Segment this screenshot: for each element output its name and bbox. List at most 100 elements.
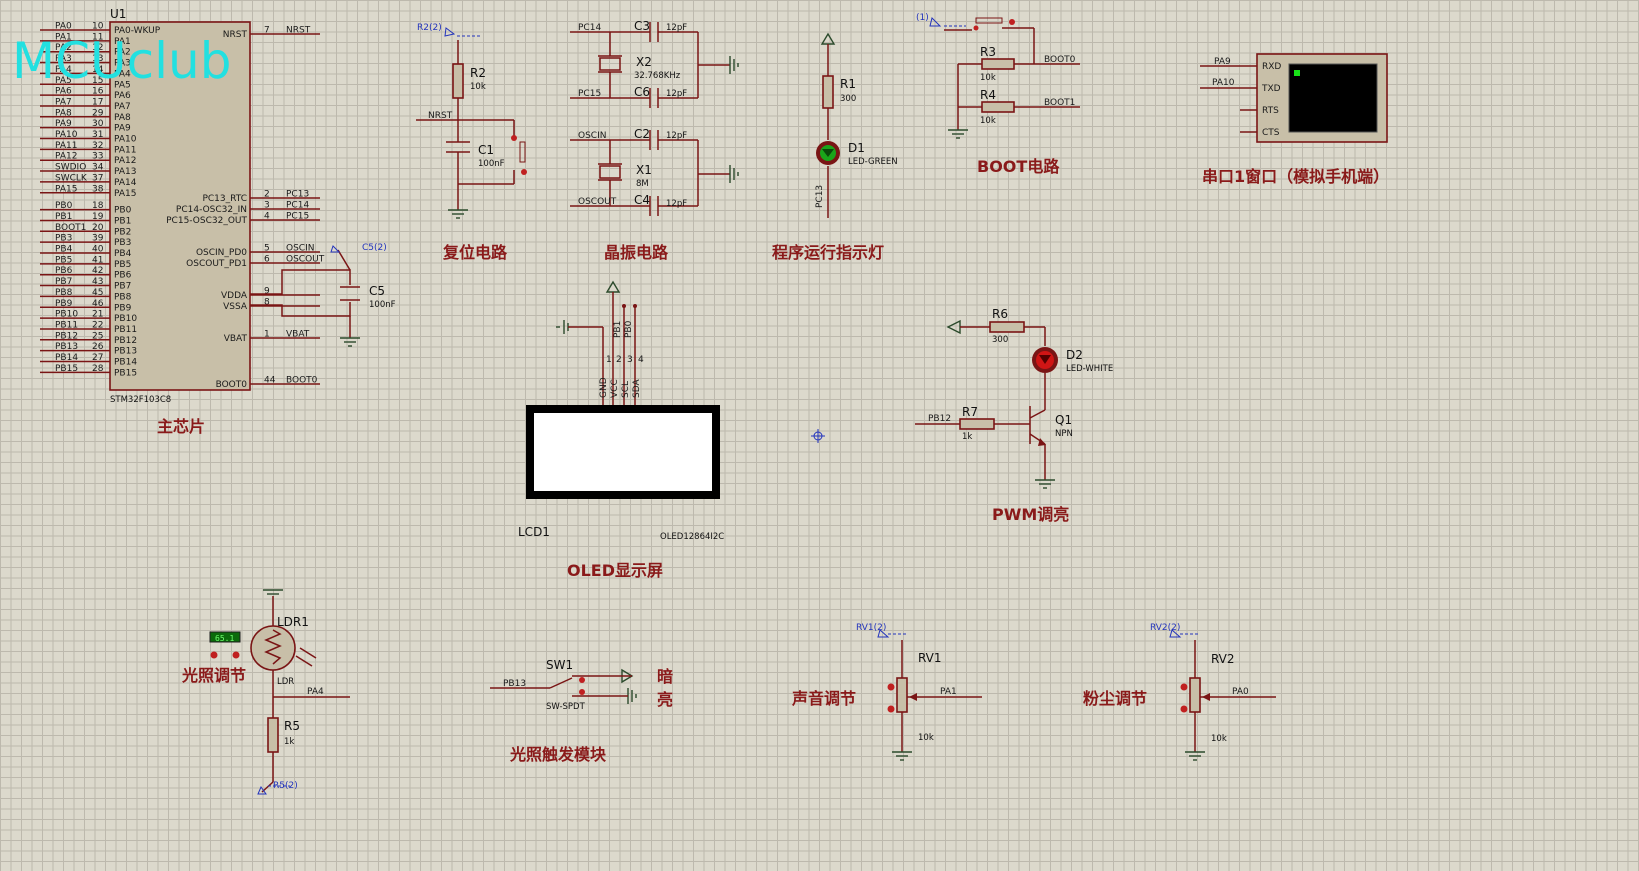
mcu-left-pin-name: PA12 (114, 156, 136, 166)
c3-ref: C3 (634, 19, 650, 33)
oled-screen[interactable] (534, 413, 712, 491)
mcu-left-pin-net: PB14 (55, 353, 78, 363)
oled-net-pb1: PB1 (613, 321, 623, 338)
mcu-left-pin-name: PA8 (114, 113, 131, 123)
switch-sw1[interactable]: PB13 SW1 SW-SPDT (490, 658, 637, 712)
mcu-left-pin-number: 33 (92, 152, 103, 162)
oled-pin-num-2: 2 (616, 355, 622, 365)
mcu-right-pin-name: VSSA (223, 302, 248, 312)
boot1-net: BOOT1 (1044, 98, 1075, 108)
mcu-left-pin-net: PA10 (55, 130, 78, 140)
mcu-left-pin-name: PA15 (114, 189, 136, 199)
rv1-increase[interactable] (887, 705, 895, 713)
run-led[interactable]: R1 300 D1 LED-GREEN PC13 (815, 32, 898, 218)
mcu-left-pin-net: PB12 (55, 331, 78, 341)
oled-display[interactable]: PB1 PB0 1 2 3 4 GND VCC SCL SDA LCD1 OLE… (518, 280, 724, 542)
mcu-right-pin-number: 5 (264, 244, 270, 254)
c6-val: 12pF (666, 89, 687, 99)
virtual-terminal[interactable]: PA9 PA10 RXD TXD RTS CTS (1200, 53, 1388, 143)
ldr-decrease[interactable] (210, 651, 218, 659)
crystal-32k[interactable]: PC14 C3 12pF X2 32.768KHz PC15 C6 12pF (570, 19, 739, 108)
mcu-right-pin-number: 3 (264, 201, 270, 211)
terminal-pin-cts: CTS (1262, 128, 1280, 138)
mcu-left-pin-name: PB1 (114, 216, 131, 226)
mcu-left-pin-number: 42 (92, 266, 103, 276)
oled-net-pb0: PB0 (624, 320, 634, 338)
schematic-canvas[interactable]: U1 STM32F103C8 PA0 10 PA0-WKUP PA1 11 PA1 PA2 1… (0, 0, 1639, 871)
mcu-right-pin-name: PC14-OSC32_IN (176, 205, 247, 215)
ldr-circuit[interactable]: LDR1 LDR 65.1 PA4 R5 1k R5(2) (209, 589, 350, 795)
c2-val: 12pF (666, 131, 687, 141)
mcu-left-pin-number: 31 (92, 130, 103, 140)
mcu-left-pin-net: PB8 (55, 288, 73, 298)
mcu-left-pin-name: PA6 (114, 91, 131, 101)
r7-val: 1k (962, 432, 972, 442)
ldr-increase[interactable] (232, 651, 240, 659)
mcu-left-pin-name: PB7 (114, 282, 131, 292)
mcu-left-pin-net: PB9 (55, 299, 73, 309)
rv1-net: PA1 (940, 687, 957, 697)
pwm-circuit[interactable]: R6 300 D2 LED-WHITE Q1 NPN PB12 R7 1k (915, 307, 1113, 489)
mcu-left-pin-number: 10 (92, 22, 104, 32)
c4-val: 12pF (666, 199, 687, 209)
mcu-left-pin-name: PA11 (114, 145, 136, 155)
r2-ref: R2 (470, 66, 486, 80)
mcu-left-pin-name: PA14 (114, 178, 137, 188)
c5-val: 100nF (369, 300, 396, 310)
mcu-right-pin-net: PC15 (286, 212, 309, 222)
mcu-left-pin-number: 43 (92, 277, 103, 287)
oled-pin-gnd: GND (599, 377, 609, 398)
mcu-left-pin-name: PA7 (114, 102, 131, 112)
mcu-left-pin-number: 17 (92, 97, 103, 107)
reset-net-nrst: NRST (428, 111, 453, 121)
mcu-left-pin-number: 28 (92, 364, 104, 374)
c6-net: PC15 (578, 89, 601, 99)
terminal-screen[interactable] (1288, 63, 1378, 133)
mcu-left-pin-name: PA9 (114, 124, 131, 134)
caption-serial: 串口1窗口（模拟手机端） (1202, 167, 1389, 186)
mcu-left-pin-number: 22 (92, 320, 103, 330)
boot-circuit[interactable]: (1) R3 10k BOOT0 R4 10k BOOT1 (916, 13, 1080, 139)
mcu-left-pin-name: PB2 (114, 227, 131, 237)
mcu-left-pin-net: PB10 (55, 310, 78, 320)
r1-val: 300 (840, 94, 856, 104)
mcu-left-pin-name: PB15 (114, 368, 137, 378)
mcu-right-pin-net: PC13 (286, 190, 309, 200)
caption-main-chip: 主芯片 (157, 417, 205, 436)
sw1-ref: SW1 (546, 658, 573, 672)
mcu-left-pin-number: 38 (92, 184, 104, 194)
d1-val: LED-GREEN (848, 157, 898, 167)
crystal-8m[interactable]: OSCIN C2 12pF X1 8M OSCOUT C4 12pF (570, 127, 739, 216)
c1-val: 100nF (478, 159, 505, 169)
label-dark: 暗 (657, 667, 673, 686)
rv1-ref: RV1 (918, 651, 942, 665)
r3-ref: R3 (980, 45, 996, 59)
pot-rv1[interactable]: RV1(2) PA1 RV1 10k (856, 623, 982, 761)
mcu-left-pin-name: PA10 (114, 135, 137, 145)
r2-val: 10k (470, 82, 486, 92)
reset-circuit[interactable]: R2(2) R2 10k NRST C1 100nF (416, 23, 527, 219)
mcu-left-pin-name: PB5 (114, 260, 131, 270)
rv2-ref: RV2 (1211, 652, 1235, 666)
mcu-left-pin-number: 37 (92, 173, 103, 183)
r5-tag: R5(2) (273, 781, 298, 791)
rv2-decrease[interactable] (1180, 683, 1188, 691)
rv2-increase[interactable] (1180, 705, 1188, 713)
mcu-left-pin-name: PB14 (114, 358, 137, 368)
mcu-left-pin-number: 18 (92, 201, 104, 211)
logo: MCUclub (12, 32, 231, 90)
caption-light-trigger: 光照触发模块 (509, 745, 607, 764)
mcu-right-pin-number: 7 (264, 26, 270, 36)
r3-val: 10k (980, 73, 996, 83)
caption-dust-adj: 粉尘调节 (1083, 689, 1147, 708)
rv1-decrease[interactable] (887, 683, 895, 691)
mcu-left-pin-net: PA15 (55, 184, 77, 194)
c2-ref: C2 (634, 127, 650, 141)
oled-ref: LCD1 (518, 525, 550, 539)
d2-val: LED-WHITE (1066, 364, 1113, 374)
mcu-left-pin-name: PB3 (114, 238, 131, 248)
pot-rv2[interactable]: RV2(2) PA0 RV2 10k (1150, 623, 1276, 761)
mcu-left-pin-net: SWCLK (55, 173, 88, 183)
c1-ref: C1 (478, 143, 494, 157)
mcu-left-pin-name: PB9 (114, 303, 132, 313)
